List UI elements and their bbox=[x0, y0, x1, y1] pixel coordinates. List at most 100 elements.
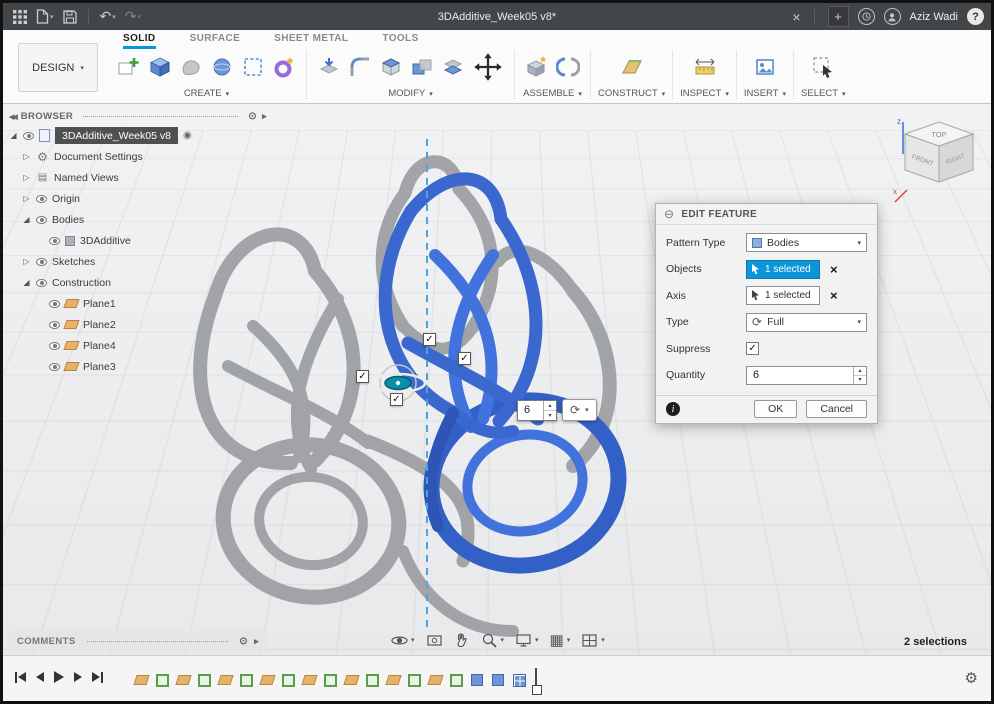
instance-suppress-checkbox[interactable]: ✓ bbox=[423, 333, 436, 346]
create-form-icon[interactable] bbox=[176, 51, 206, 83]
timeline-feature-icon[interactable] bbox=[469, 672, 485, 688]
type-select[interactable]: ⟳ Full ▾ bbox=[746, 312, 867, 332]
tree-root-row[interactable]: ◢ 3DAdditive_Week05 v8 ◉ bbox=[9, 125, 267, 146]
tree-item-document-settings[interactable]: ▷ ⚙ Document Settings bbox=[9, 146, 267, 167]
step-forward-button[interactable] bbox=[74, 672, 82, 682]
assemble-group-label[interactable]: ASSEMBLE ▾ bbox=[523, 88, 582, 99]
press-pull-icon[interactable] bbox=[314, 51, 344, 83]
root-document-label[interactable]: 3DAdditive_Week05 v8 bbox=[55, 127, 178, 144]
tree-item-plane3[interactable]: Plane3 bbox=[9, 356, 267, 377]
undo-icon[interactable]: ↶ ▾ bbox=[98, 6, 118, 28]
move-copy-icon[interactable] bbox=[469, 51, 507, 83]
visibility-icon[interactable] bbox=[36, 215, 47, 224]
visibility-icon[interactable] bbox=[23, 131, 34, 140]
visibility-icon[interactable] bbox=[49, 299, 60, 308]
timeline-feature-icon[interactable] bbox=[364, 672, 380, 688]
close-document-icon[interactable]: × bbox=[792, 9, 800, 25]
timeline-feature-icon[interactable] bbox=[238, 672, 254, 688]
visibility-icon[interactable] bbox=[36, 194, 47, 203]
create-box-icon[interactable] bbox=[145, 51, 175, 83]
timeline-scrubber[interactable] bbox=[532, 668, 542, 695]
tree-item-construction[interactable]: ◢ Construction bbox=[9, 272, 267, 293]
pan-button[interactable] bbox=[454, 632, 470, 648]
modify-group-label[interactable]: MODIFY ▾ bbox=[388, 88, 432, 99]
joint-icon[interactable] bbox=[553, 51, 583, 83]
tab-tools[interactable]: TOOLS bbox=[382, 33, 418, 49]
visibility-icon[interactable] bbox=[36, 278, 47, 287]
expand-icon[interactable]: ▷ bbox=[22, 173, 31, 182]
grid-snap-button[interactable]: ▦ ▾ bbox=[550, 631, 571, 649]
fillet-icon[interactable] bbox=[345, 51, 375, 83]
suppress-checkbox[interactable]: ✓ bbox=[746, 342, 759, 355]
quantity-stepper[interactable]: ▴ ▾ bbox=[543, 400, 556, 420]
select-icon[interactable] bbox=[808, 51, 838, 83]
expand-icon[interactable]: ▷ bbox=[22, 194, 31, 203]
panel-chevron-icon[interactable]: ▸ bbox=[262, 111, 267, 122]
visibility-icon[interactable] bbox=[36, 257, 47, 266]
new-document-tab-icon[interactable]: + bbox=[827, 6, 849, 27]
timeline-feature-icon[interactable] bbox=[154, 672, 170, 688]
tree-item-plane4[interactable]: Plane4 bbox=[9, 335, 267, 356]
timeline-feature-icon[interactable] bbox=[490, 672, 506, 688]
clear-objects-icon[interactable]: × bbox=[830, 263, 838, 276]
timeline-feature-icon[interactable] bbox=[448, 672, 464, 688]
redo-icon[interactable]: ↷ ▾ bbox=[123, 6, 143, 28]
design-workspace-button[interactable]: DESIGN ▾ bbox=[18, 43, 98, 92]
comments-expand-icon[interactable]: ▸ bbox=[254, 636, 259, 647]
expand-icon[interactable]: ▷ bbox=[22, 257, 31, 266]
timeline-feature-icon[interactable] bbox=[217, 672, 233, 688]
go-to-start-button[interactable] bbox=[15, 671, 26, 683]
help-icon[interactable]: ? bbox=[967, 8, 984, 25]
expand-icon[interactable]: ◢ bbox=[22, 215, 31, 224]
visibility-icon[interactable] bbox=[49, 236, 60, 245]
visibility-icon[interactable] bbox=[49, 341, 60, 350]
activate-radio-icon[interactable]: ◉ bbox=[183, 130, 192, 141]
new-component-icon[interactable] bbox=[522, 51, 552, 83]
timeline-feature-icon[interactable] bbox=[301, 672, 317, 688]
info-icon[interactable]: i bbox=[666, 402, 680, 416]
expand-icon[interactable]: ◢ bbox=[9, 131, 18, 140]
tree-item-origin[interactable]: ▷ Origin bbox=[9, 188, 267, 209]
timeline-feature-icon[interactable] bbox=[175, 672, 191, 688]
construct-group-label[interactable]: CONSTRUCT ▾ bbox=[598, 88, 665, 99]
comments-bar[interactable]: COMMENTS ⊙ ▸ bbox=[9, 631, 267, 651]
cancel-button[interactable]: Cancel bbox=[806, 400, 867, 418]
insert-icon[interactable] bbox=[750, 51, 780, 83]
visibility-icon[interactable] bbox=[49, 362, 60, 371]
timeline-feature-icon[interactable] bbox=[133, 672, 149, 688]
tree-item-plane1[interactable]: Plane1 bbox=[9, 293, 267, 314]
thicken-icon[interactable] bbox=[438, 51, 468, 83]
select-group-label[interactable]: SELECT ▾ bbox=[801, 88, 845, 99]
timeline-feature-icon[interactable] bbox=[427, 672, 443, 688]
create-pattern-icon[interactable] bbox=[238, 51, 268, 83]
collapse-panel-icon[interactable]: ◀◀ bbox=[9, 113, 18, 121]
profile-avatar-icon[interactable] bbox=[883, 8, 901, 25]
canvas-quantity-value[interactable]: 6 bbox=[518, 401, 543, 420]
create-sketch-icon[interactable] bbox=[114, 51, 144, 83]
timeline-feature-icon[interactable] bbox=[511, 672, 527, 688]
job-status-icon[interactable] bbox=[857, 8, 875, 25]
tab-solid[interactable]: SOLID bbox=[123, 33, 156, 49]
pattern-type-flyout[interactable]: ⟳ ▾ bbox=[562, 399, 597, 421]
3d-viewport[interactable]: ✓ ✓ ✓ ✓ 6 ▴ ▾ ⟳ ▾ ◀◀ BROWSER ⊙ ▸ ◢ 3DAdd… bbox=[3, 104, 991, 655]
dialog-header[interactable]: ⊖ EDIT FEATURE bbox=[656, 204, 877, 225]
app-grid-icon[interactable] bbox=[11, 6, 29, 28]
construct-plane-icon[interactable] bbox=[617, 51, 647, 83]
go-to-end-button[interactable] bbox=[92, 671, 103, 683]
instance-suppress-checkbox[interactable]: ✓ bbox=[390, 393, 403, 406]
timeline-feature-icon[interactable] bbox=[196, 672, 212, 688]
orbit-button[interactable]: ▾ bbox=[391, 632, 415, 649]
panel-pin-icon[interactable]: ⊙ bbox=[248, 111, 257, 122]
username[interactable]: Aziz Wadi bbox=[910, 11, 959, 23]
save-icon[interactable] bbox=[61, 6, 79, 28]
quantity-stepper[interactable]: ▴ ▾ bbox=[853, 366, 866, 384]
objects-selection-chip[interactable]: 1 selected bbox=[746, 259, 820, 279]
file-menu-icon[interactable]: ▾ bbox=[34, 6, 56, 28]
visibility-icon[interactable] bbox=[49, 320, 60, 329]
timeline-feature-icon[interactable] bbox=[322, 672, 338, 688]
timeline-feature-icon[interactable] bbox=[385, 672, 401, 688]
tree-item-named-views[interactable]: ▷ ▤ Named Views bbox=[9, 167, 267, 188]
tree-item-sketches[interactable]: ▷ Sketches bbox=[9, 251, 267, 272]
combine-icon[interactable] bbox=[407, 51, 437, 83]
instance-suppress-checkbox[interactable]: ✓ bbox=[356, 370, 369, 383]
